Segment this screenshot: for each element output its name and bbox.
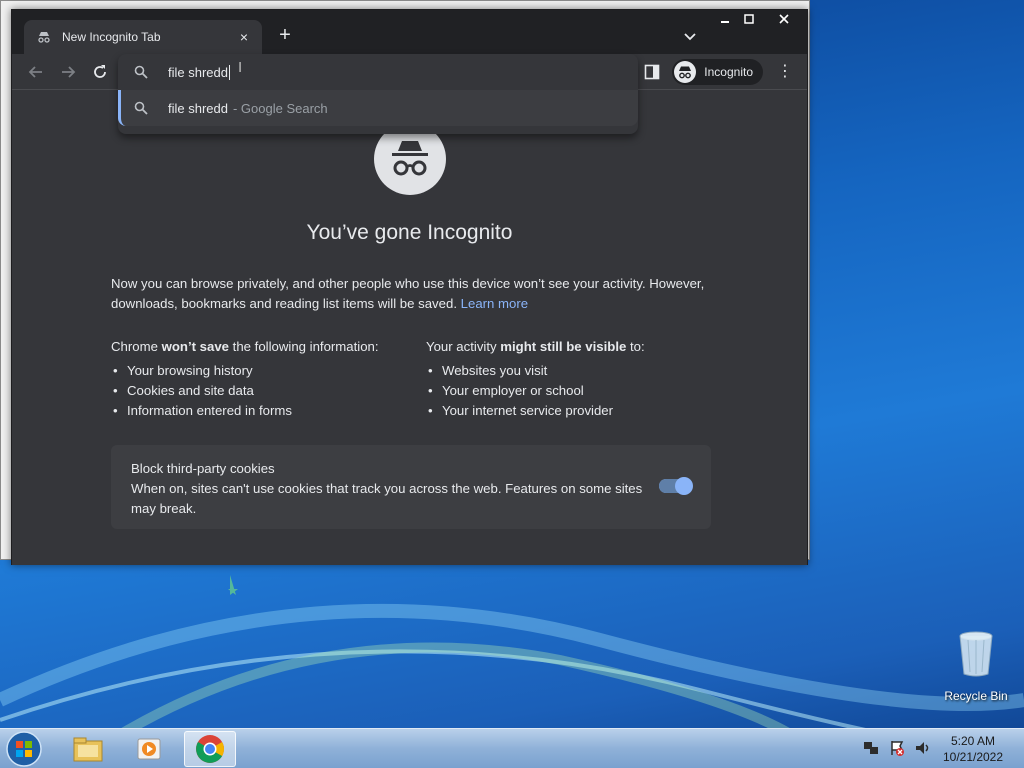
action-center-flag-icon[interactable] xyxy=(888,739,906,757)
taskbar: 5:20 AM 10/21/2022 xyxy=(0,728,1024,768)
incognito-profile-button[interactable]: Incognito xyxy=(672,59,763,85)
taskbar-chrome[interactable] xyxy=(184,731,236,767)
visible-to-column: Your activity might still be visible to:… xyxy=(426,337,726,421)
list-item: Cookies and site data xyxy=(111,381,411,401)
list-item: Websites you visit xyxy=(426,361,726,381)
wont-save-list: Your browsing historyCookies and site da… xyxy=(111,361,411,421)
text-caret xyxy=(228,64,230,80)
search-icon xyxy=(134,101,148,115)
forward-icon[interactable] xyxy=(58,62,78,82)
minimize-button[interactable] xyxy=(713,10,737,28)
cookie-description: When on, sites can't use cookies that tr… xyxy=(131,481,643,516)
search-icon xyxy=(134,65,148,79)
visible-to-list: Websites you visitYour employer or schoo… xyxy=(426,361,726,421)
omnibox-suggestion[interactable]: file shredd - Google Search xyxy=(118,90,638,126)
close-button[interactable] xyxy=(761,10,807,28)
suggestion-suffix: - Google Search xyxy=(232,100,328,116)
system-tray xyxy=(862,739,932,757)
omnibox-input-row[interactable]: file shredd I xyxy=(118,54,638,90)
cookie-title: Block third-party cookies xyxy=(131,461,275,476)
taskbar-media-player[interactable] xyxy=(124,731,176,767)
wont-save-column: Chrome won’t save the following informat… xyxy=(111,337,411,421)
tab-new-incognito[interactable]: New Incognito Tab × xyxy=(24,20,262,54)
cookie-controls-card: Block third-party cookies When on, sites… xyxy=(111,445,711,529)
clock-date: 10/21/2022 xyxy=(942,750,1004,764)
omnibox[interactable]: file shredd I file shredd - Google Searc… xyxy=(118,54,638,134)
list-item: Information entered in forms xyxy=(111,401,411,421)
recycle-bin-icon xyxy=(959,631,993,677)
side-panel-icon[interactable] xyxy=(644,64,660,80)
list-item: Your browsing history xyxy=(111,361,411,381)
tab-title: New Incognito Tab xyxy=(62,30,161,44)
list-item: Your employer or school xyxy=(426,381,726,401)
taskbar-explorer[interactable] xyxy=(62,731,114,767)
folder-icon xyxy=(73,737,103,762)
taskbar-clock[interactable]: 5:20 AM 10/21/2022 xyxy=(936,733,1010,765)
media-player-icon xyxy=(137,738,161,760)
volume-icon[interactable] xyxy=(914,739,932,757)
incognito-page: You’ve gone Incognito Now you can browse… xyxy=(12,91,807,565)
maximize-button[interactable] xyxy=(737,10,761,28)
list-item: Your internet service provider xyxy=(426,401,726,421)
new-tab-button[interactable]: + xyxy=(274,24,296,46)
profile-label: Incognito xyxy=(704,65,753,79)
menu-button[interactable]: ⋮ xyxy=(777,64,793,80)
window-controls xyxy=(713,10,807,30)
intro-body: Now you can browse privately, and other … xyxy=(111,276,705,311)
learn-more-link[interactable]: Learn more xyxy=(461,296,528,311)
intro-text: Now you can browse privately, and other … xyxy=(111,274,711,314)
chrome-window: New Incognito Tab × + Incognito ⋮ file s… xyxy=(11,9,808,565)
back-icon[interactable] xyxy=(26,62,46,82)
chevron-down-icon[interactable] xyxy=(680,26,700,46)
title-bar: New Incognito Tab × + xyxy=(12,10,807,54)
toggle-knob xyxy=(675,477,693,495)
recycle-bin[interactable]: Recycle Bin xyxy=(940,630,1012,703)
reload-icon[interactable] xyxy=(90,62,110,82)
page-title: You’ve gone Incognito xyxy=(306,221,513,244)
chrome-icon xyxy=(196,735,224,763)
tab-close-button[interactable]: × xyxy=(236,29,252,45)
suggestion-query: file shredd xyxy=(168,100,228,116)
visible-to-heading: Your activity might still be visible to: xyxy=(426,339,645,354)
incognito-icon xyxy=(38,32,50,43)
wont-save-heading: Chrome won’t save the following informat… xyxy=(111,339,379,354)
recycle-bin-label: Recycle Bin xyxy=(944,689,1008,703)
incognito-avatar-icon xyxy=(674,61,697,83)
start-button-icon[interactable] xyxy=(4,730,44,768)
block-cookies-toggle[interactable] xyxy=(659,477,693,495)
clock-time: 5:20 AM xyxy=(950,734,996,748)
omnibox-input[interactable]: file shredd xyxy=(168,64,230,80)
network-icon[interactable] xyxy=(862,739,880,757)
toolbar-right: Incognito ⋮ xyxy=(644,59,793,85)
mouse-ibeam-cursor: I xyxy=(238,59,243,76)
